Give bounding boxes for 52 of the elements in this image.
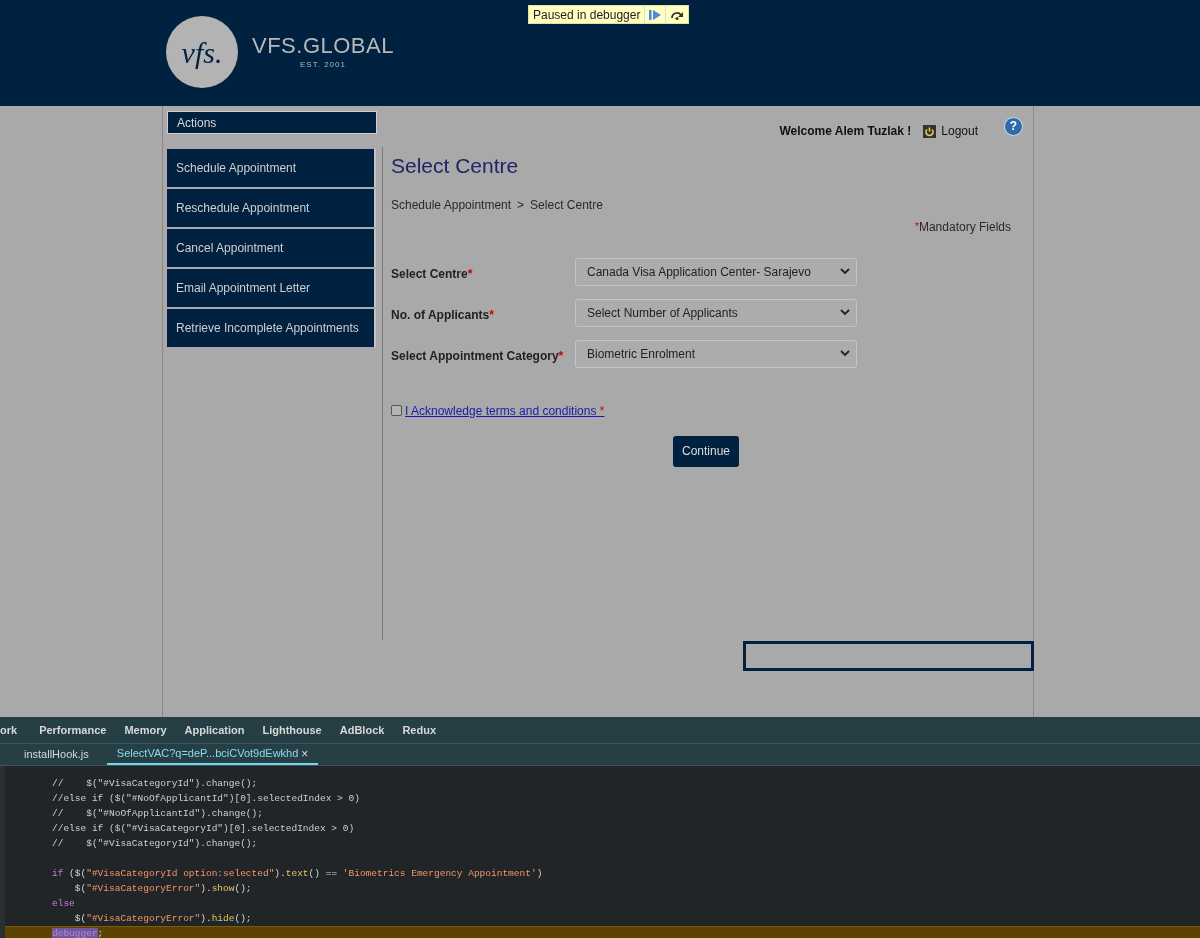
code-line: // $("#NoOfApplicantId").change();	[52, 807, 263, 820]
breadcrumb-current: Select Centre	[530, 196, 603, 214]
sidebar-menu-item[interactable]: Reschedule Appointment	[167, 189, 376, 227]
devtools-tab[interactable]: Memory	[115, 717, 176, 743]
code-line: //else if ($("#NoOfApplicantId")[0].selectedIndex > 0)	[52, 792, 360, 805]
power-icon	[923, 124, 937, 138]
field-label: Select Appointment Category*	[391, 347, 565, 365]
code-line: $("#VisaCategoryError").show();	[73, 882, 252, 895]
select-field[interactable]: Biometric Enrolment	[575, 339, 857, 368]
select-field[interactable]: Select Number of Applicants	[575, 298, 857, 327]
sidebar-menu-item[interactable]: Schedule Appointment	[167, 149, 376, 187]
help-button[interactable]: ?	[1004, 116, 1023, 136]
file-tab[interactable]: installHook.js	[14, 744, 99, 765]
chevron-down-icon	[840, 350, 850, 357]
field-label: Select Centre*	[391, 265, 474, 283]
page-title: Select Centre	[391, 153, 520, 179]
devtools-tab[interactable]: Performance	[30, 717, 116, 743]
code-line: else	[52, 897, 75, 910]
actions-header: Actions	[167, 111, 377, 134]
terms-checkbox[interactable]	[391, 405, 402, 416]
code-line: $("#VisaCategoryError").hide();	[73, 912, 252, 925]
devtools-tab[interactable]: AdBlock	[330, 717, 394, 743]
logout-link[interactable]: Logout	[923, 122, 978, 140]
banner-text: Paused in debugger	[532, 6, 642, 24]
brand-name: VFS.GLOBAL	[252, 33, 394, 59]
welcome-text: Welcome Alem Tuzlak !	[779, 123, 912, 140]
devtools-tab[interactable]: Lighthouse	[253, 717, 331, 743]
file-tab[interactable]: SelectVAC?q=deP...bciCVot9dEwkhd ×	[106, 744, 319, 765]
devtools-tab[interactable]: ork	[0, 717, 31, 743]
code-line: // $("#VisaCategoryId").change();	[52, 837, 258, 850]
code-line: if ($("#VisaCategoryId option:selected").text() == 'Biometrics Emergency Appointment')	[52, 867, 543, 880]
terms-link[interactable]: I Acknowledge terms and conditions *	[405, 401, 605, 420]
code-line: //else if ($("#VisaCategoryId")[0].selectedIndex > 0)	[52, 822, 355, 835]
sidebar-menu-item[interactable]: Cancel Appointment	[167, 229, 376, 267]
sidebar-menu-item[interactable]: Email Appointment Letter	[167, 269, 376, 307]
step-over-icon	[670, 9, 685, 20]
devtools-tab[interactable]: Redux	[393, 717, 445, 743]
mandatory-note: *Mandatory Fields	[914, 218, 1011, 236]
chevron-down-icon	[840, 309, 850, 316]
close-icon[interactable]: ×	[301, 744, 309, 763]
sidebar-menu-item[interactable]: Retrieve Incomplete Appointments	[167, 309, 376, 347]
devtools-tab[interactable]: Application	[175, 717, 254, 743]
breadcrumb-separator: >	[517, 196, 525, 214]
resume-icon	[649, 9, 662, 20]
code-line: // $("#VisaCategoryId").change();	[52, 777, 258, 790]
code-line: debugger;	[52, 927, 104, 938]
established-text: EST. 2001	[300, 59, 346, 71]
chevron-down-icon	[840, 268, 850, 275]
field-label: No. of Applicants*	[391, 306, 495, 324]
select-field[interactable]: Canada Visa Application Center- Sarajevo	[575, 257, 857, 286]
continue-button[interactable]: Continue	[673, 435, 740, 467]
breadcrumb-link[interactable]: Schedule Appointment	[391, 195, 512, 214]
